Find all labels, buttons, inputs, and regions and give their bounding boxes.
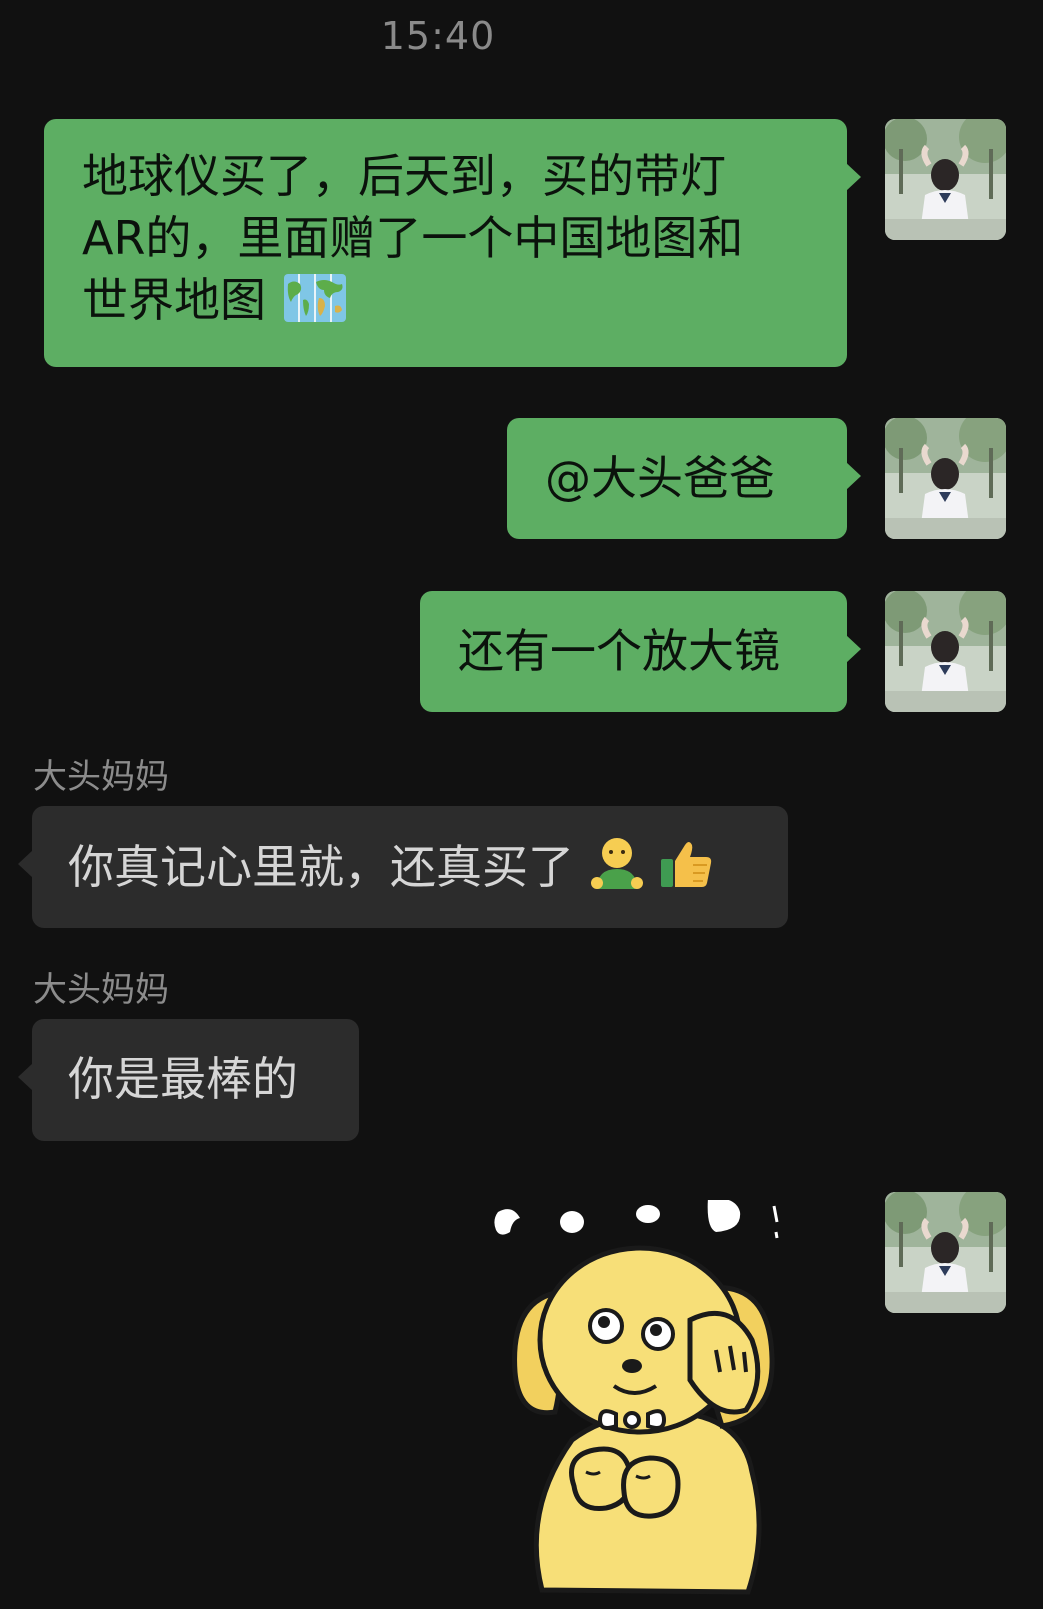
message-text-line-2: AR的，里面赠了一个中国地图和 [82, 211, 744, 265]
message-bubble-incoming-1[interactable]: 你真记心里就，还真买了 [18, 806, 788, 928]
message-text: 还有一个放大镜 [458, 624, 780, 678]
message-bubble-outgoing-3[interactable]: 还有一个放大镜 [420, 591, 861, 712]
message-text: 你是最棒的 [68, 1052, 298, 1106]
thumbs-up-icon [659, 835, 715, 906]
message-text-line-3-label: 世界地图 [82, 273, 266, 327]
message-bubble-incoming-2[interactable]: 你是最棒的 [18, 1019, 359, 1141]
sender-name: 大头妈妈 [33, 757, 169, 797]
self-avatar[interactable] [885, 1192, 1006, 1313]
message-bubble-outgoing-1[interactable]: 地球仪买了，后天到，买的带灯 AR的，里面赠了一个中国地图和 世界地图 [44, 119, 861, 367]
message-text-line-1: 地球仪买了，后天到，买的带灯 [82, 149, 726, 203]
self-avatar[interactable] [885, 591, 1006, 712]
message-text: 你真记心里就，还真买了 [68, 840, 574, 894]
message-timestamp: 15:40 [380, 14, 496, 58]
self-avatar[interactable] [885, 418, 1006, 539]
yellow-puppy-sticker[interactable] [490, 1197, 820, 1600]
world-map-icon [283, 272, 347, 339]
message-text: @大头爸爸 [545, 451, 775, 505]
message-bubble-outgoing-2[interactable]: @大头爸爸 [507, 418, 861, 539]
sticker-ellipsis-marks [494, 1197, 779, 1239]
sender-name: 大头妈妈 [33, 970, 169, 1010]
message-text-line-3: 世界地图 [82, 269, 847, 339]
person-icon [590, 835, 643, 906]
self-avatar[interactable] [885, 119, 1006, 240]
